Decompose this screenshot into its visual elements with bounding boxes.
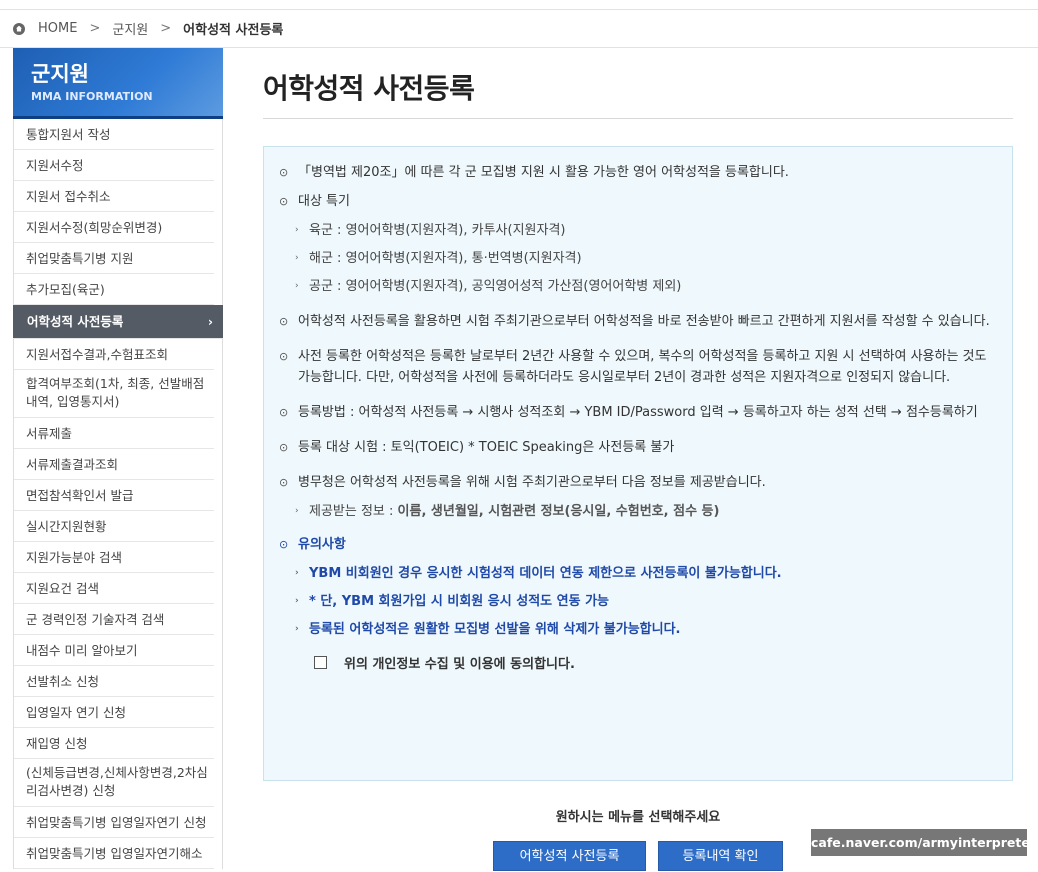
arrow-bullet-icon: › — [295, 506, 299, 516]
breadcrumb-level1[interactable]: 군지원 — [112, 19, 148, 38]
breadcrumb-current: 어학성적 사전등록 — [183, 23, 284, 38]
info-sub: › 제공받는 정보 : 이름, 생년월일, 시험관련 정보(응시일, 수험번호,… — [279, 501, 998, 522]
notice-item: › * 단, YBM 회원가입 시 비회원 응시 성적도 연동 가능 — [279, 591, 998, 612]
sidebar-item[interactable]: 지원서접수결과,수험표조회 — [14, 339, 214, 370]
target-item: › 해군 : 영어어학병(지원자격), 통·번역병(지원자격) — [279, 248, 998, 269]
consent-checkbox[interactable] — [314, 656, 327, 669]
sidebar-item[interactable]: 통합지원서 작성 — [14, 119, 214, 150]
sidebar-item[interactable]: 지원가능분야 검색 — [14, 542, 214, 573]
history-button[interactable]: 등록내역 확인 — [658, 841, 783, 871]
sidebar-item[interactable]: 지원서 접수취소 — [14, 181, 214, 212]
notice-text: 등록된 어학성적은 원활한 모집병 선발을 위해 삭제가 불가능합니다. — [309, 622, 681, 637]
sidebar-header: 군지원 MMA INFORMATION — [13, 48, 223, 119]
sidebar-menu: 통합지원서 작성 지원서수정 지원서 접수취소 지원서수정(희망순위변경) 취업… — [13, 119, 223, 869]
bullet-icon: ⊙ — [279, 350, 289, 363]
notice-header: ⊙ 유의사항 — [279, 534, 998, 555]
target-item: › 공군 : 영어어학병(지원자격), 공익영어성적 가산점(영어어학병 제외) — [279, 276, 998, 297]
info-row: ⊙ 병무청은 어학성적 사전등록을 위해 시험 주최기관으로부터 다음 정보를 … — [279, 472, 998, 493]
sidebar-item[interactable]: 내점수 미리 알아보기 — [14, 635, 214, 666]
paragraph-text: 등록방법 : 어학성적 사전등록 → 시행사 성적조회 → YBM ID/Pas… — [298, 405, 978, 420]
breadcrumb-separator: > — [89, 21, 101, 36]
sidebar: 군지원 MMA INFORMATION 통합지원서 작성 지원서수정 지원서 접… — [13, 48, 223, 869]
sidebar-item[interactable]: 선발취소 신청 — [14, 666, 214, 697]
bullet-icon: ⊙ — [279, 166, 289, 179]
chevron-right-icon: › — [207, 314, 213, 329]
notice-text: * 단, YBM 회원가입 시 비회원 응시 성적도 연동 가능 — [309, 594, 610, 609]
target-item: › 육군 : 영어어학병(지원자격), 카투사(지원자격) — [279, 220, 998, 241]
bullet-icon: ⊙ — [279, 195, 289, 208]
info-row: ⊙ 「병역법 제20조」에 따른 각 군 모집병 지원 시 활용 가능한 영어 … — [279, 162, 998, 183]
main-content: 어학성적 사전등록 ⊙ 「병역법 제20조」에 따른 각 군 모집병 지원 시 … — [263, 48, 1013, 871]
notice-title: 유의사항 — [298, 537, 346, 552]
target-text: 해군 : 영어어학병(지원자격), 통·번역병(지원자격) — [309, 251, 582, 266]
info-row: ⊙ 어학성적 사전등록을 활용하면 시험 주최기관으로부터 어학성적을 바로 전… — [279, 311, 998, 332]
sidebar-item[interactable]: 재입영 신청 — [14, 728, 214, 759]
sidebar-item[interactable]: 합격여부조회(1차, 최종, 선발배점내역, 입영통지서) — [14, 370, 214, 418]
info-row: ⊙ 사전 등록한 어학성적은 등록한 날로부터 2년간 사용할 수 있으며, 복… — [279, 346, 998, 388]
notice-item: › YBM 비회원인 경우 응시한 시험성적 데이터 연동 제한으로 사전등록이… — [279, 563, 998, 584]
notice-text: YBM 비회원인 경우 응시한 시험성적 데이터 연동 제한으로 사전등록이 불… — [309, 566, 782, 581]
paragraph-text: 사전 등록한 어학성적은 등록한 날로부터 2년간 사용할 수 있으며, 복수의… — [298, 349, 987, 385]
info-row: ⊙ 대상 특기 — [279, 191, 998, 212]
sidebar-item[interactable]: 취업맞춤특기병 지원 — [14, 243, 214, 274]
arrow-bullet-icon: › — [295, 568, 299, 578]
sidebar-item[interactable]: 군 경력인정 기술자격 검색 — [14, 604, 214, 635]
choose-menu-text: 원하시는 메뉴를 선택해주세요 — [555, 810, 721, 825]
paragraph-text: 병무청은 어학성적 사전등록을 위해 시험 주최기관으로부터 다음 정보를 제공… — [298, 475, 766, 490]
info-box: ⊙ 「병역법 제20조」에 따른 각 군 모집병 지원 시 활용 가능한 영어 … — [263, 146, 1013, 781]
sidebar-item[interactable]: (신체등급변경,신체사항변경,2차심리검사변경) 신청 — [14, 759, 214, 807]
top-bar — [0, 0, 1038, 9]
sidebar-title: 군지원 — [31, 62, 89, 86]
sidebar-item[interactable]: 취업맞춤특기병 입영일자연기해소 — [14, 838, 214, 869]
info-sub-label: 제공받는 정보 : — [309, 504, 398, 519]
info-row: ⊙ 등록방법 : 어학성적 사전등록 → 시행사 성적조회 → YBM ID/P… — [279, 402, 998, 423]
sidebar-item[interactable]: 추가모집(육군) — [14, 274, 214, 305]
register-button[interactable]: 어학성적 사전등록 — [493, 841, 646, 871]
info-row: ⊙ 등록 대상 시험 : 토익(TOEIC) * TOEIC Speaking은… — [279, 437, 998, 458]
bullet-icon: ⊙ — [279, 315, 289, 328]
sidebar-item[interactable]: 서류제출 — [14, 418, 214, 449]
sidebar-item[interactable]: 입영일자 연기 신청 — [14, 697, 214, 728]
page-title: 어학성적 사전등록 — [263, 72, 475, 105]
sidebar-item-active[interactable]: 어학성적 사전등록 › — [13, 305, 223, 339]
info-sub-value: 이름, 생년월일, 시험관련 정보(응시일, 수험번호, 점수 등) — [397, 504, 720, 519]
paragraph-text: 등록 대상 시험 : 토익(TOEIC) * TOEIC Speaking은 사… — [298, 440, 675, 455]
arrow-bullet-icon: › — [295, 281, 299, 291]
arrow-bullet-icon: › — [295, 225, 299, 235]
notice-item: › 등록된 어학성적은 원활한 모집병 선발을 위해 삭제가 불가능합니다. — [279, 619, 998, 640]
bullet-icon: ⊙ — [279, 406, 289, 419]
bullet-icon: ⊙ — [279, 538, 289, 551]
sidebar-item[interactable]: 취업맞춤특기병 입영일자연기 신청 — [14, 807, 214, 838]
sidebar-item[interactable]: 지원서수정 — [14, 150, 214, 181]
sidebar-item[interactable]: 서류제출결과조회 — [14, 449, 214, 480]
breadcrumb-home[interactable]: HOME — [38, 21, 77, 36]
arrow-bullet-icon: › — [295, 596, 299, 606]
sidebar-item[interactable]: 면접참석확인서 발급 — [14, 480, 214, 511]
bullet-icon: ⊙ — [279, 476, 289, 489]
breadcrumb-separator: > — [160, 21, 172, 36]
home-icon[interactable] — [13, 22, 25, 35]
watermark: cafe.naver.com/armyinterpreter — [811, 829, 1036, 856]
breadcrumb: HOME > 군지원 > 어학성적 사전등록 — [0, 9, 1038, 48]
sidebar-subtitle: MMA INFORMATION — [31, 90, 153, 103]
sidebar-item-label: 어학성적 사전등록 — [27, 314, 124, 329]
target-label: 대상 특기 — [298, 194, 350, 209]
intro-text: 「병역법 제20조」에 따른 각 군 모집병 지원 시 활용 가능한 영어 어학… — [298, 165, 789, 180]
consent-row: 위의 개인정보 수집 및 이용에 동의합니다. — [279, 653, 998, 672]
target-text: 공군 : 영어어학병(지원자격), 공익영어성적 가산점(영어어학병 제외) — [309, 279, 682, 294]
bullet-icon: ⊙ — [279, 441, 289, 454]
sidebar-item[interactable]: 지원요건 검색 — [14, 573, 214, 604]
sidebar-item[interactable]: 지원서수정(희망순위변경) — [14, 212, 214, 243]
target-text: 육군 : 영어어학병(지원자격), 카투사(지원자격) — [309, 223, 566, 238]
title-divider — [263, 118, 1013, 119]
arrow-bullet-icon: › — [295, 253, 299, 263]
paragraph-text: 어학성적 사전등록을 활용하면 시험 주최기관으로부터 어학성적을 바로 전송받… — [298, 314, 990, 329]
arrow-bullet-icon: › — [295, 624, 299, 634]
consent-label[interactable]: 위의 개인정보 수집 및 이용에 동의합니다. — [344, 653, 575, 672]
sidebar-item[interactable]: 실시간지원현황 — [14, 511, 214, 542]
